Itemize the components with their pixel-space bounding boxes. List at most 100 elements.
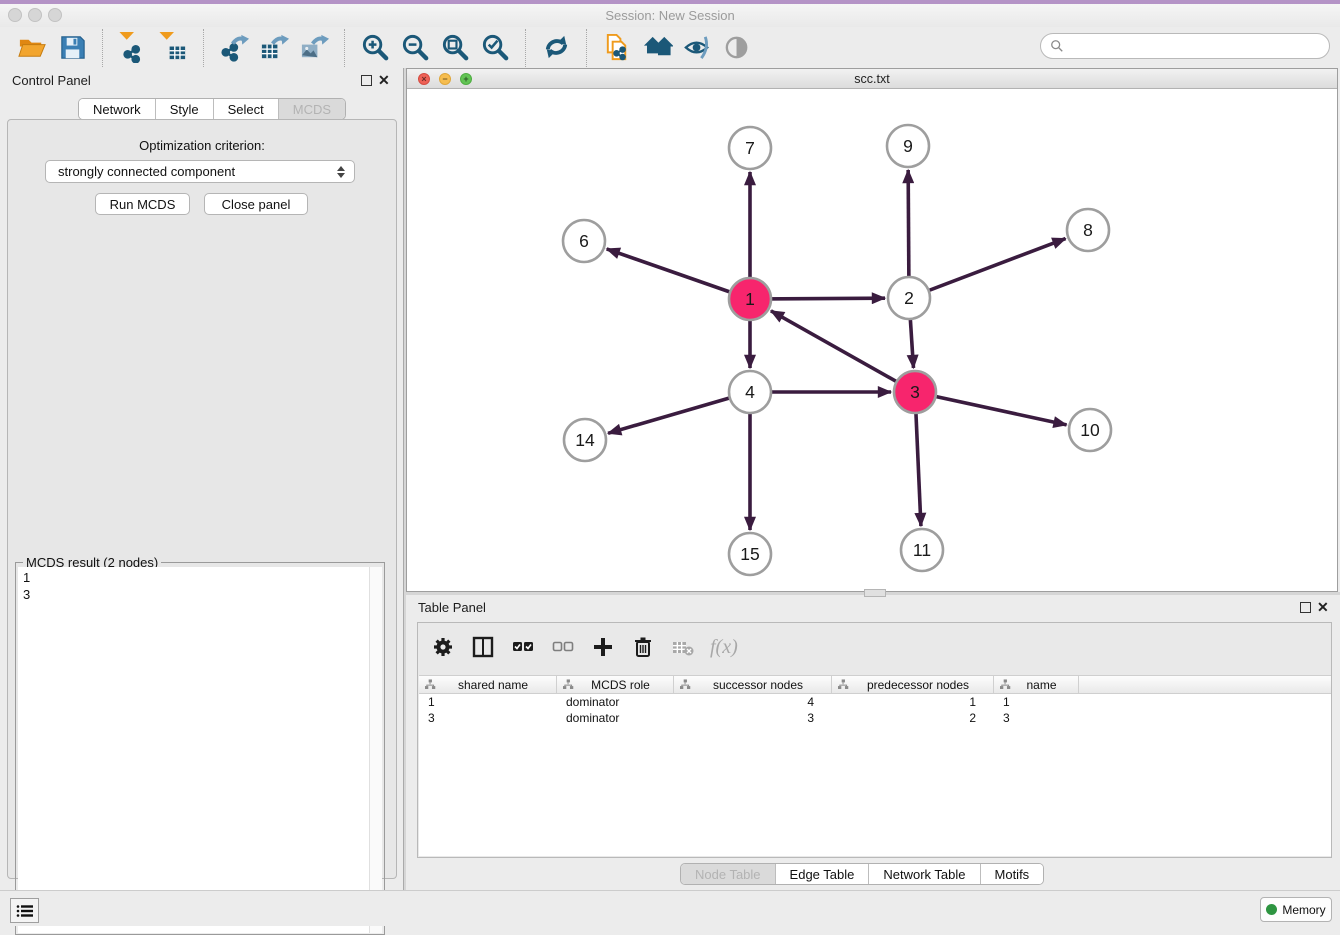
hide-panels-button[interactable] [677,30,717,66]
close-panel-icon[interactable]: ✕ [378,72,390,89]
toolbar-group [208,30,340,66]
zoom-out-button[interactable] [395,30,435,66]
graph-node-2[interactable]: 2 [888,277,930,319]
close-panel-button[interactable]: Close panel [204,193,308,215]
mcds-panel: Optimization criterion: strongly connect… [7,119,397,879]
graph-node-9[interactable]: 9 [887,125,929,167]
zoom-fit-icon [440,32,471,63]
export-network-icon [219,32,250,63]
edge-1-6[interactable] [607,249,750,299]
column-type-icon [425,679,436,690]
delete-table-button[interactable] [670,634,696,660]
save-session-icon [57,32,88,63]
table-toolbar: f(x) [418,623,1331,671]
eye-disabled-button[interactable] [717,30,757,66]
graph-node-7[interactable]: 7 [729,127,771,169]
task-history-button[interactable] [10,898,39,923]
table-row[interactable]: 1dominator411 [419,694,1331,710]
svg-text:8: 8 [1083,220,1093,240]
column-type-icon [563,679,574,690]
search-input[interactable] [1064,39,1329,54]
network-canvas[interactable]: 7 9 6 8 1 2 4 3 14 10 15 11 [407,90,1337,591]
gear-button[interactable] [430,634,456,660]
export-image-icon [299,32,330,63]
zoom-fit-button[interactable] [435,30,475,66]
open-session-button[interactable] [12,30,52,66]
graph-node-15[interactable]: 15 [729,533,771,575]
optimization-criterion-select[interactable]: strongly connected component [45,160,355,183]
network-window-title: scc.txt [407,72,1337,86]
function-builder-button[interactable]: f(x) [710,636,738,659]
edge-2-8[interactable] [909,239,1066,298]
column-header-successor-nodes[interactable]: successor nodes [674,676,832,693]
cell-predecessor-nodes: 2 [832,710,994,726]
graph-node-8[interactable]: 8 [1067,209,1109,251]
graph-node-14[interactable]: 14 [564,419,606,461]
tab-select[interactable]: Select [214,99,279,119]
svg-text:3: 3 [910,382,920,402]
delete-row-icon [632,636,654,658]
graph-node-4[interactable]: 4 [729,371,771,413]
svg-text:11: 11 [913,540,931,560]
tab-network[interactable]: Network [79,99,156,119]
close-panel-icon[interactable]: ✕ [1317,599,1329,616]
tab-network-table[interactable]: Network Table [869,864,980,884]
toolbar-group [530,30,582,66]
column-type-icon [1000,679,1011,690]
zoom-in-icon [360,32,391,63]
graph-node-1[interactable]: 1 [729,278,771,320]
network-window-titlebar[interactable]: × − + scc.txt [407,69,1337,89]
tab-mcds[interactable]: MCDS [279,99,345,119]
select-all-button[interactable] [510,634,536,660]
export-table-button[interactable] [254,30,294,66]
import-table-button[interactable] [153,30,193,66]
float-panel-icon[interactable] [1300,602,1311,613]
graph-node-6[interactable]: 6 [563,220,605,262]
delete-row-button[interactable] [630,634,656,660]
toolbar-group [349,30,521,66]
toolbar-separator [344,29,345,67]
tab-node-table[interactable]: Node Table [681,864,776,884]
graph-node-10[interactable]: 10 [1069,409,1111,451]
memory-label: Memory [1282,903,1325,917]
node-table: shared nameMCDS rolesuccessor nodesprede… [419,675,1331,856]
toolbar-separator [525,29,526,67]
export-image-button[interactable] [294,30,334,66]
column-header-MCDS-role[interactable]: MCDS role [557,676,674,693]
column-header-name[interactable]: name [994,676,1079,693]
home-layout-button[interactable] [637,30,677,66]
export-network-button[interactable] [214,30,254,66]
zoom-in-button[interactable] [355,30,395,66]
result-scrollbar[interactable] [369,567,382,933]
tab-style[interactable]: Style [156,99,214,119]
edge-3-1[interactable] [771,311,915,392]
column-header-predecessor-nodes[interactable]: predecessor nodes [832,676,994,693]
add-row-button[interactable] [590,634,616,660]
table-panel-header: Table Panel ✕ [406,595,1340,621]
refresh-network-button[interactable] [536,30,576,66]
columns-button[interactable] [470,634,496,660]
save-session-button[interactable] [52,30,92,66]
unselect-all-button[interactable] [550,634,576,660]
edge-3-10[interactable] [915,392,1067,425]
import-network-button[interactable] [113,30,153,66]
control-panel: Control Panel ✕ NetworkStyleSelectMCDS O… [0,68,403,890]
zoom-selected-button[interactable] [475,30,515,66]
run-mcds-button[interactable]: Run MCDS [95,193,190,215]
search-box[interactable] [1040,33,1330,59]
column-header-shared-name[interactable]: shared name [419,676,557,693]
import-table-icon [158,32,189,63]
columns-icon [472,636,494,658]
cell-shared-name: 3 [419,710,557,726]
float-panel-icon[interactable] [361,75,372,86]
svg-text:2: 2 [904,288,914,308]
graph-node-11[interactable]: 11 [901,529,943,571]
memory-button[interactable]: Memory [1260,897,1332,922]
hide-panels-icon [682,32,713,63]
tab-edge-table[interactable]: Edge Table [776,864,870,884]
duplicate-network-button[interactable] [597,30,637,66]
graph-node-3[interactable]: 3 [894,371,936,413]
tab-motifs[interactable]: Motifs [981,864,1044,884]
table-row[interactable]: 3dominator323 [419,710,1331,726]
mcds-result-list[interactable]: 13 [18,567,371,933]
